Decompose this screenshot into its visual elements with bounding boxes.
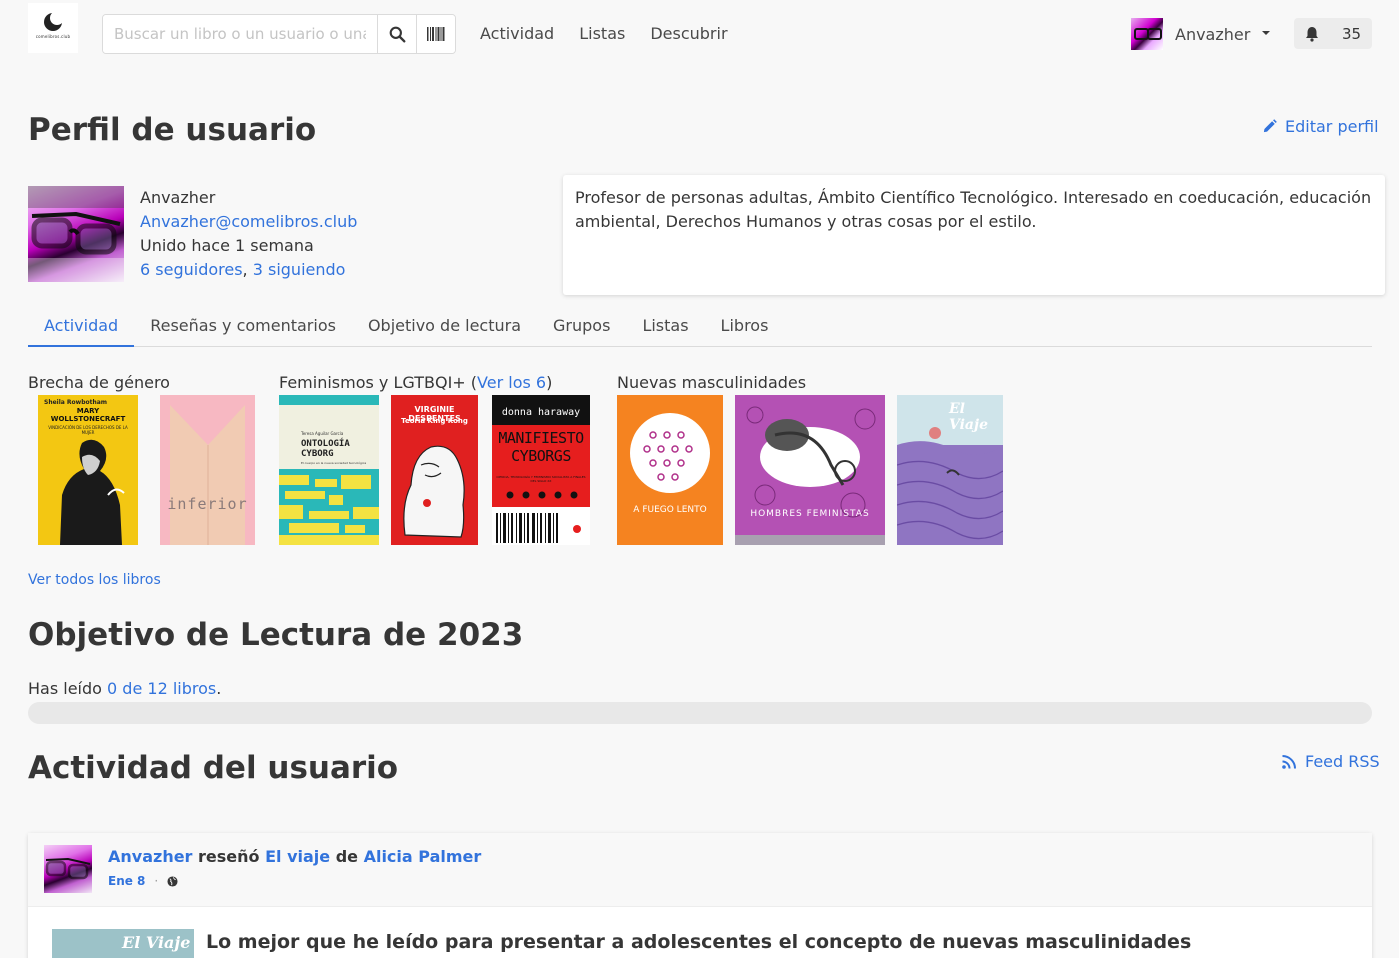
search-icon bbox=[389, 26, 405, 42]
profile-tabs: Actividad Reseñas y comentarios Objetivo… bbox=[28, 306, 1372, 347]
following-link[interactable]: 3 siguiendo bbox=[253, 260, 346, 279]
followers-link[interactable]: 6 seguidores bbox=[140, 260, 243, 279]
site-logo[interactable]: comelibros.club bbox=[28, 3, 78, 53]
edit-profile-label: Editar perfil bbox=[1285, 117, 1379, 136]
user-handle-link[interactable]: Anvazher@comelibros.club bbox=[140, 212, 357, 231]
globe-icon bbox=[167, 875, 178, 887]
activity-author-link[interactable]: Alicia Palmer bbox=[364, 847, 482, 866]
search-bar bbox=[102, 14, 456, 54]
pencil-icon bbox=[1263, 119, 1277, 133]
avatar bbox=[1131, 18, 1163, 50]
book-author: Teresa Aguilar García bbox=[301, 431, 344, 436]
book-title: El Viaje bbox=[122, 933, 191, 952]
notifications-button[interactable]: 35 bbox=[1294, 18, 1372, 49]
chevron-down-icon bbox=[1262, 31, 1271, 35]
tab-actividad[interactable]: Actividad bbox=[28, 306, 135, 347]
nav-link-listas[interactable]: Listas bbox=[579, 24, 625, 43]
book-cover[interactable]: El Viaje bbox=[52, 929, 194, 958]
logo-text: comelibros.club bbox=[35, 34, 71, 39]
goal-text-suffix: . bbox=[216, 679, 222, 698]
rss-feed-link[interactable]: Feed RSS bbox=[1282, 752, 1380, 771]
edit-profile-link[interactable]: Editar perfil bbox=[1262, 117, 1379, 136]
meta-separator: · bbox=[154, 874, 159, 888]
book-subtitle: VINDICACIÓN DE LOS DERECHOS DE LA MUJER bbox=[48, 425, 128, 435]
book-title: ONTOLOGÍA CYBORG bbox=[301, 439, 350, 459]
book-subtitle: CIENCIA, TECNOLOGÍA Y FEMINISMO SOCIALIS… bbox=[496, 475, 586, 483]
activity-book-link[interactable]: El viaje bbox=[265, 847, 330, 866]
barcode-icon bbox=[427, 27, 445, 41]
goal-title: Objetivo de Lectura de 2023 bbox=[28, 617, 524, 653]
tab-listas[interactable]: Listas bbox=[626, 306, 704, 347]
goal-progress-bar bbox=[28, 702, 1372, 724]
book-cover[interactable]: donna haraway MANIFIESTO CYBORGS CIENCIA… bbox=[492, 395, 590, 545]
book-title: A FUEGO LENTO bbox=[633, 505, 707, 515]
user-name: Anvazher bbox=[1175, 24, 1251, 44]
joined-date: Unido hace 1 semana bbox=[140, 236, 314, 255]
rss-icon bbox=[1282, 754, 1296, 769]
shelf-see-more-link[interactable]: Ver los 6 bbox=[477, 373, 546, 392]
top-navbar: comelibros.club Actividad Listas Descubr… bbox=[0, 0, 1399, 68]
tab-resenas[interactable]: Reseñas y comentarios bbox=[134, 306, 352, 347]
tab-objetivo[interactable]: Objetivo de lectura bbox=[352, 306, 537, 347]
display-name: Anvazher bbox=[140, 188, 216, 207]
activity-verb: reseñó bbox=[192, 847, 266, 866]
book-title: inferior bbox=[167, 495, 248, 513]
goal-progress-link[interactable]: 0 de 12 libros bbox=[107, 679, 216, 698]
book-cover[interactable]: inferior bbox=[160, 395, 255, 545]
review-title[interactable]: Lo mejor que he leído para presentar a a… bbox=[206, 931, 1191, 953]
book-author: Sheila Rowbotham bbox=[44, 399, 108, 406]
shelf-title-brecha[interactable]: Brecha de género bbox=[28, 373, 170, 392]
user-menu[interactable]: Anvazher bbox=[1131, 18, 1271, 50]
book-author: donna haraway bbox=[501, 407, 581, 418]
page-title: Perfil de usuario bbox=[28, 112, 317, 148]
nav-link-descubrir[interactable]: Descubrir bbox=[650, 24, 727, 43]
book-title: HOMBRES FEMINISTAS bbox=[750, 509, 870, 519]
rss-label: Feed RSS bbox=[1305, 752, 1380, 771]
nav-link-actividad[interactable]: Actividad bbox=[480, 24, 554, 43]
search-button[interactable] bbox=[377, 15, 416, 53]
profile-info: Anvazher Anvazher@comelibros.club Unido … bbox=[140, 186, 357, 282]
book-cover[interactable]: HOMBRES FEMINISTAS bbox=[735, 395, 885, 545]
notification-count: 35 bbox=[1342, 24, 1362, 43]
tab-libros[interactable]: Libros bbox=[705, 306, 785, 347]
main-nav: Actividad Listas Descubrir bbox=[480, 24, 753, 43]
see-all-books-link[interactable]: Ver todos los libros bbox=[28, 572, 161, 588]
book-cover[interactable]: VIRGINIE DESPENTES Teoría King Kong bbox=[391, 395, 478, 545]
tab-grupos[interactable]: Grupos bbox=[537, 306, 626, 347]
book-title: MARY WOLLSTONECRAFT bbox=[50, 407, 126, 423]
avatar[interactable] bbox=[44, 845, 92, 893]
book-subtitle: El cuerpo en la nueva sociedad tecnológi… bbox=[301, 461, 367, 465]
goal-text: Has leído 0 de 12 libros. bbox=[28, 679, 221, 698]
profile-avatar bbox=[28, 186, 124, 282]
activity-card-header: Anvazher reseñó El viaje de Alicia Palme… bbox=[28, 833, 1372, 907]
book-cover[interactable]: Sheila Rowbotham MARY WOLLSTONECRAFT VIN… bbox=[38, 395, 138, 545]
book-cover[interactable]: A FUEGO LENTO bbox=[617, 395, 723, 545]
barcode-scan-button[interactable] bbox=[416, 15, 455, 53]
book-cover[interactable]: Teresa Aguilar García ONTOLOGÍA CYBORG E… bbox=[279, 395, 379, 545]
activity-by: de bbox=[330, 847, 364, 866]
shelf-title-feminismos-label[interactable]: Feminismos y LGTBQI+ bbox=[279, 373, 466, 392]
activity-user-link[interactable]: Anvazher bbox=[108, 847, 192, 866]
goal-text-prefix: Has leído bbox=[28, 679, 108, 698]
activity-summary: Anvazher reseñó El viaje de Alicia Palme… bbox=[108, 847, 481, 866]
search-input[interactable] bbox=[103, 15, 377, 53]
activity-meta: Ene 8 · bbox=[108, 874, 178, 888]
bell-icon bbox=[1306, 26, 1318, 42]
activity-card: Anvazher reseñó El viaje de Alicia Palme… bbox=[28, 833, 1372, 958]
book-title: Teoría King Kong bbox=[401, 417, 468, 425]
profile-bio: Profesor de personas adultas, Ámbito Cie… bbox=[563, 175, 1385, 295]
shelf-title-feminismos: Feminismos y LGTBQI+ (Ver los 6) bbox=[279, 373, 552, 392]
shelf-title-masculinidades[interactable]: Nuevas masculinidades bbox=[617, 373, 806, 392]
followers-comma: , bbox=[242, 260, 253, 279]
book-title: El Viaje bbox=[949, 401, 988, 433]
shelf-see-more-paren-close: ) bbox=[546, 373, 553, 392]
activity-date-link[interactable]: Ene 8 bbox=[108, 874, 145, 888]
book-cover[interactable]: El Viaje bbox=[897, 395, 1003, 545]
book-title: MANIFIESTO CYBORGS bbox=[498, 429, 584, 465]
activity-title: Actividad del usuario bbox=[28, 750, 399, 786]
moon-logo-icon bbox=[44, 11, 64, 31]
